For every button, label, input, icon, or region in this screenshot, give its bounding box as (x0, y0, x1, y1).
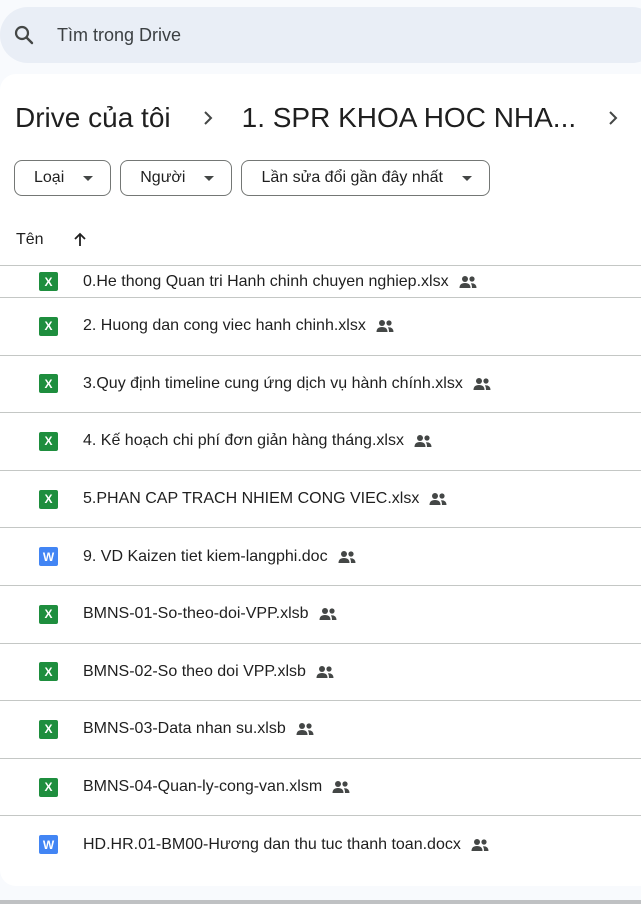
file-name-text: BMNS-04-Quan-ly-cong-van.xlsm (83, 778, 323, 796)
chevron-right-icon (203, 111, 213, 125)
filter-type-button[interactable]: Loại (14, 160, 112, 196)
file-list: X 0.He thong Quan tri Hanh chinh chuyen n… (0, 265, 641, 873)
file-name[interactable]: 2. Huong dan cong viec hanh chinh.xlsx (83, 316, 395, 336)
file-row[interactable]: X 5.PHAN CAP TRACH NHIEM CONG VIEC.xlsx (0, 469, 641, 528)
column-name-label: Tên (16, 231, 44, 248)
file-row[interactable]: W 9. VD Kaizen tiet kiem-langphi.doc (0, 527, 641, 585)
filter-label: Lần sửa đổi gần đây nhất (261, 169, 443, 186)
file-name-text: 2. Huong dan cong viec hanh chinh.xlsx (83, 317, 366, 335)
file-name-text: 4. Kế hoạch chi phí đơn giản hàng tháng.… (83, 432, 404, 450)
file-name-text: BMNS-03-Data nhan su.xlsb (83, 720, 286, 738)
shared-people-icon (429, 493, 447, 506)
excel-file-icon: X (39, 777, 58, 797)
filter-people-button[interactable]: Người (120, 160, 233, 196)
word-file-icon: W (39, 547, 58, 567)
file-name[interactable]: BMNS-01-So-theo-doi-VPP.xlsb (83, 604, 338, 624)
shared-people-icon (319, 608, 337, 621)
breadcrumb-folder[interactable]: 1. SPR KHOA HOC NHA... (242, 102, 577, 134)
file-name[interactable]: 4. Kế hoạch chi phí đơn giản hàng tháng.… (83, 431, 433, 451)
breadcrumb: Drive của tôi 1. SPR KHOA HOC NHA... H (15, 98, 641, 138)
excel-file-icon: X (39, 374, 58, 394)
shared-people-icon (338, 550, 356, 563)
file-name-text: 9. VD Kaizen tiet kiem-langphi.doc (83, 547, 328, 565)
file-name[interactable]: BMNS-02-So theo doi VPP.xlsb (83, 662, 335, 682)
sort-arrow-up-icon[interactable] (70, 230, 90, 250)
shared-people-icon (459, 275, 477, 288)
excel-file-icon: X (39, 431, 58, 451)
chevron-right-icon (609, 111, 618, 125)
caret-down-icon (83, 176, 94, 181)
shared-people-icon (296, 723, 314, 736)
file-name-text: BMNS-02-So theo doi VPP.xlsb (83, 663, 306, 681)
file-name[interactable]: BMNS-03-Data nhan su.xlsb (83, 719, 315, 739)
filter-label: Loại (34, 169, 65, 186)
file-name-text: 0.He thong Quan tri Hanh chinh chuyen ng… (83, 272, 449, 290)
filter-chips: Loại Người Lần sửa đổi gần đây nhất (14, 160, 490, 196)
file-row[interactable]: W HD.HR.01-BM00-Hương dan thu tuc thanh t… (0, 815, 641, 873)
file-row[interactable]: X 0.He thong Quan tri Hanh chinh chuyen n… (0, 265, 641, 297)
caret-down-icon (204, 176, 215, 181)
file-name-text: BMNS-01-So-theo-doi-VPP.xlsb (83, 605, 309, 623)
file-row[interactable]: X 4. Kế hoạch chi phí đơn giản hàng tháng… (0, 412, 641, 470)
file-row[interactable]: X 2. Huong dan cong viec hanh chinh.xlsx (0, 297, 641, 355)
file-name-text: HD.HR.01-BM00-Hương dan thu tuc thanh to… (83, 835, 461, 853)
breadcrumb-my-drive[interactable]: Drive của tôi (15, 102, 171, 134)
shared-people-icon (471, 838, 489, 851)
file-row[interactable]: X BMNS-03-Data nhan su.xlsb (0, 700, 641, 758)
file-row[interactable]: X BMNS-04-Quan-ly-cong-van.xlsm (0, 757, 641, 816)
filter-label: Người (140, 169, 186, 186)
shared-people-icon (376, 320, 394, 333)
excel-file-icon: X (39, 719, 58, 739)
file-name-text: 3.Quy định timeline cung ứng dịch vụ hàn… (83, 375, 463, 393)
file-name[interactable]: BMNS-04-Quan-ly-cong-van.xlsm (83, 777, 351, 797)
search-icon[interactable] (12, 23, 36, 47)
file-name[interactable]: 3.Quy định timeline cung ứng dịch vụ hàn… (83, 374, 492, 394)
file-name[interactable]: HD.HR.01-BM00-Hương dan thu tuc thanh to… (83, 835, 490, 855)
excel-file-icon: X (39, 604, 58, 624)
shared-people-icon (473, 377, 491, 390)
file-row[interactable]: X BMNS-02-So theo doi VPP.xlsb (0, 642, 641, 701)
excel-file-icon: X (39, 662, 58, 682)
caret-down-icon (461, 176, 472, 181)
shared-people-icon (316, 665, 334, 678)
file-name-text: 5.PHAN CAP TRACH NHIEM CONG VIEC.xlsx (83, 490, 420, 508)
search-bar[interactable]: Tìm trong Drive (0, 7, 641, 63)
filter-modified-button[interactable]: Lần sửa đổi gần đây nhất (241, 160, 490, 196)
search-input[interactable]: Tìm trong Drive (57, 25, 181, 46)
shared-people-icon (414, 435, 432, 448)
word-file-icon: W (39, 835, 58, 855)
column-header-name[interactable]: Tên (16, 230, 90, 250)
file-name[interactable]: 5.PHAN CAP TRACH NHIEM CONG VIEC.xlsx (83, 489, 448, 509)
window-bottom-edge (0, 900, 641, 904)
excel-file-icon: X (39, 489, 58, 509)
file-row[interactable]: X 3.Quy định timeline cung ứng dịch vụ hà… (0, 354, 641, 413)
excel-file-icon: X (39, 272, 58, 291)
excel-file-icon: X (39, 316, 58, 336)
file-name[interactable]: 9. VD Kaizen tiet kiem-langphi.doc (83, 547, 357, 567)
file-row[interactable]: X BMNS-01-So-theo-doi-VPP.xlsb (0, 584, 641, 643)
file-name[interactable]: 0.He thong Quan tri Hanh chinh chuyen ng… (83, 272, 478, 292)
shared-people-icon (332, 781, 350, 794)
